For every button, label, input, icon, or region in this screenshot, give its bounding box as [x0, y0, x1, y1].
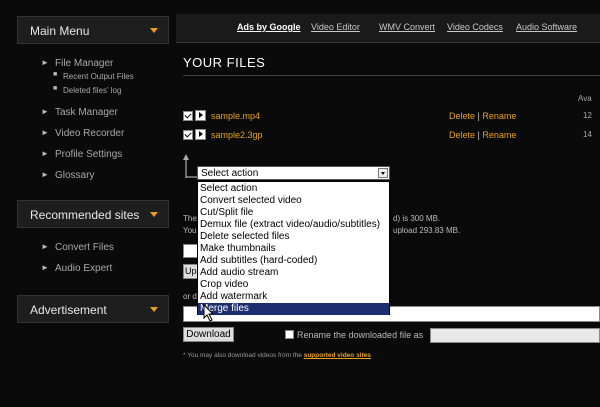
or-label: or d: [183, 292, 197, 301]
dropdown-option[interactable]: Delete selected files: [198, 231, 389, 243]
dropdown-option[interactable]: Crop video: [198, 279, 389, 291]
sidebar-item-label: File Manager: [55, 58, 114, 69]
sidebar-item-glossary[interactable]: ► Glossary: [41, 170, 95, 181]
page-title: YOUR FILES: [183, 55, 266, 70]
bullet-icon: ►: [41, 149, 49, 158]
info-text-left: The: [183, 214, 197, 223]
dropdown-option-highlighted[interactable]: Merge files: [198, 303, 389, 315]
title-divider: [183, 75, 600, 76]
rename-link[interactable]: Rename: [482, 111, 516, 121]
rename-label: Rename the downloaded file as: [297, 330, 424, 340]
delete-link[interactable]: Delete: [449, 130, 475, 140]
advertisement-title: Advertisement: [30, 303, 107, 317]
separator: |: [477, 111, 480, 121]
sidebar-item-file-manager[interactable]: ► File Manager: [41, 58, 114, 69]
dropdown-option[interactable]: Add audio stream: [198, 267, 389, 279]
bullet-icon: ►: [41, 128, 49, 137]
sidebar-item-label: Recent Output Files: [63, 72, 134, 81]
chevron-down-icon[interactable]: [150, 212, 158, 217]
file-name-link[interactable]: sample.mp4: [211, 111, 260, 121]
footnote-text: * You may also download videos from the: [183, 352, 302, 359]
bullet-icon: ►: [41, 58, 49, 67]
sidebar-item-convert-files[interactable]: ► Convert Files: [41, 242, 114, 253]
dropdown-option[interactable]: Select action: [198, 183, 389, 195]
bullet-icon: ■: [53, 85, 58, 92]
rename-checkbox[interactable]: [285, 330, 294, 339]
file-name-link[interactable]: sample2.3gp: [211, 130, 263, 140]
sidebar-item-profile-settings[interactable]: ► Profile Settings: [41, 149, 123, 160]
dropdown-option[interactable]: Demux file (extract video/audio/subtitle…: [198, 219, 389, 231]
sidebar-item-label: Profile Settings: [55, 149, 123, 160]
sidebar-item-audio-expert[interactable]: ► Audio Expert: [41, 263, 113, 274]
action-select-value: Select action: [201, 168, 259, 179]
play-icon[interactable]: [195, 110, 206, 122]
sidebar-item-label: Task Manager: [55, 107, 118, 118]
top-link-bar: Ads by Google Video Editor WMV Convert V…: [176, 14, 600, 43]
file-size-value: 14: [583, 130, 592, 139]
bullet-icon: ►: [41, 170, 49, 179]
info-text-right: upload 293.83 MB.: [393, 226, 461, 235]
dropdown-option[interactable]: Add subtitles (hard-coded): [198, 255, 389, 267]
bullet-icon: ►: [41, 263, 49, 272]
play-icon[interactable]: [195, 129, 206, 141]
top-link-wmv-convert[interactable]: WMV Convert: [379, 22, 435, 32]
action-dropdown-list: Select action Convert selected video Cut…: [197, 181, 390, 315]
main-menu-title: Main Menu: [30, 24, 90, 38]
footnote: * You may also download videos from the …: [183, 352, 371, 359]
chevron-down-icon[interactable]: [378, 168, 388, 178]
file-size-value: 12: [583, 111, 592, 120]
bullet-icon: ►: [41, 107, 49, 116]
sidebar-item-label: Deleted files' log: [63, 86, 122, 95]
advertisement-header[interactable]: Advertisement: [17, 295, 169, 323]
supported-sites-link[interactable]: supported video sites: [304, 352, 371, 359]
avail-column-header: Ava: [578, 94, 592, 103]
sidebar-item-label: Audio Expert: [55, 263, 113, 274]
file-row-actions: Delete | Rename: [449, 111, 516, 121]
dropdown-option[interactable]: Add watermark: [198, 291, 389, 303]
recommended-sites-header[interactable]: Recommended sites: [17, 200, 169, 228]
file-checkbox[interactable]: [183, 129, 193, 140]
chevron-down-icon[interactable]: [150, 307, 158, 312]
main-menu-header[interactable]: Main Menu: [17, 16, 169, 44]
download-button[interactable]: Download: [183, 327, 234, 342]
recommended-sites-title: Recommended sites: [30, 208, 140, 222]
sidebar-item-task-manager[interactable]: ► Task Manager: [41, 107, 118, 118]
sidebar-item-label: Video Recorder: [55, 128, 125, 139]
top-link-video-codecs[interactable]: Video Codecs: [447, 22, 503, 32]
rename-link[interactable]: Rename: [482, 130, 516, 140]
ads-by-google-link[interactable]: Ads by Google: [237, 22, 301, 32]
action-select[interactable]: Select action: [197, 166, 390, 180]
delete-link[interactable]: Delete: [449, 111, 475, 121]
sidebar-item-label: Glossary: [55, 170, 95, 181]
dropdown-option[interactable]: Convert selected video: [198, 195, 389, 207]
bullet-icon: ►: [41, 242, 49, 251]
separator: |: [477, 130, 480, 140]
top-link-video-editor[interactable]: Video Editor: [311, 22, 360, 32]
file-row: sample.mp4: [183, 110, 260, 122]
sidebar-item-recent-output-files[interactable]: ■ Recent Output Files: [53, 71, 134, 81]
dropdown-option[interactable]: Cut/Split file: [198, 207, 389, 219]
mouse-cursor-icon: [203, 304, 215, 322]
sidebar-item-label: Convert Files: [55, 242, 114, 253]
top-link-audio-software[interactable]: Audio Software: [516, 22, 577, 32]
rename-input[interactable]: [430, 328, 600, 343]
dropdown-option[interactable]: Make thumbnails: [198, 243, 389, 255]
sidebar-item-video-recorder[interactable]: ► Video Recorder: [41, 128, 125, 139]
file-row-actions: Delete | Rename: [449, 130, 516, 140]
bullet-icon: ■: [53, 71, 58, 78]
info-text-left: You: [183, 226, 197, 235]
chevron-down-icon[interactable]: [150, 28, 158, 33]
file-row: sample2.3gp: [183, 129, 263, 141]
sidebar-item-deleted-files-log[interactable]: ■ Deleted files' log: [53, 85, 122, 95]
file-checkbox[interactable]: [183, 110, 193, 121]
info-text-right: d) is 300 MB.: [393, 214, 441, 223]
